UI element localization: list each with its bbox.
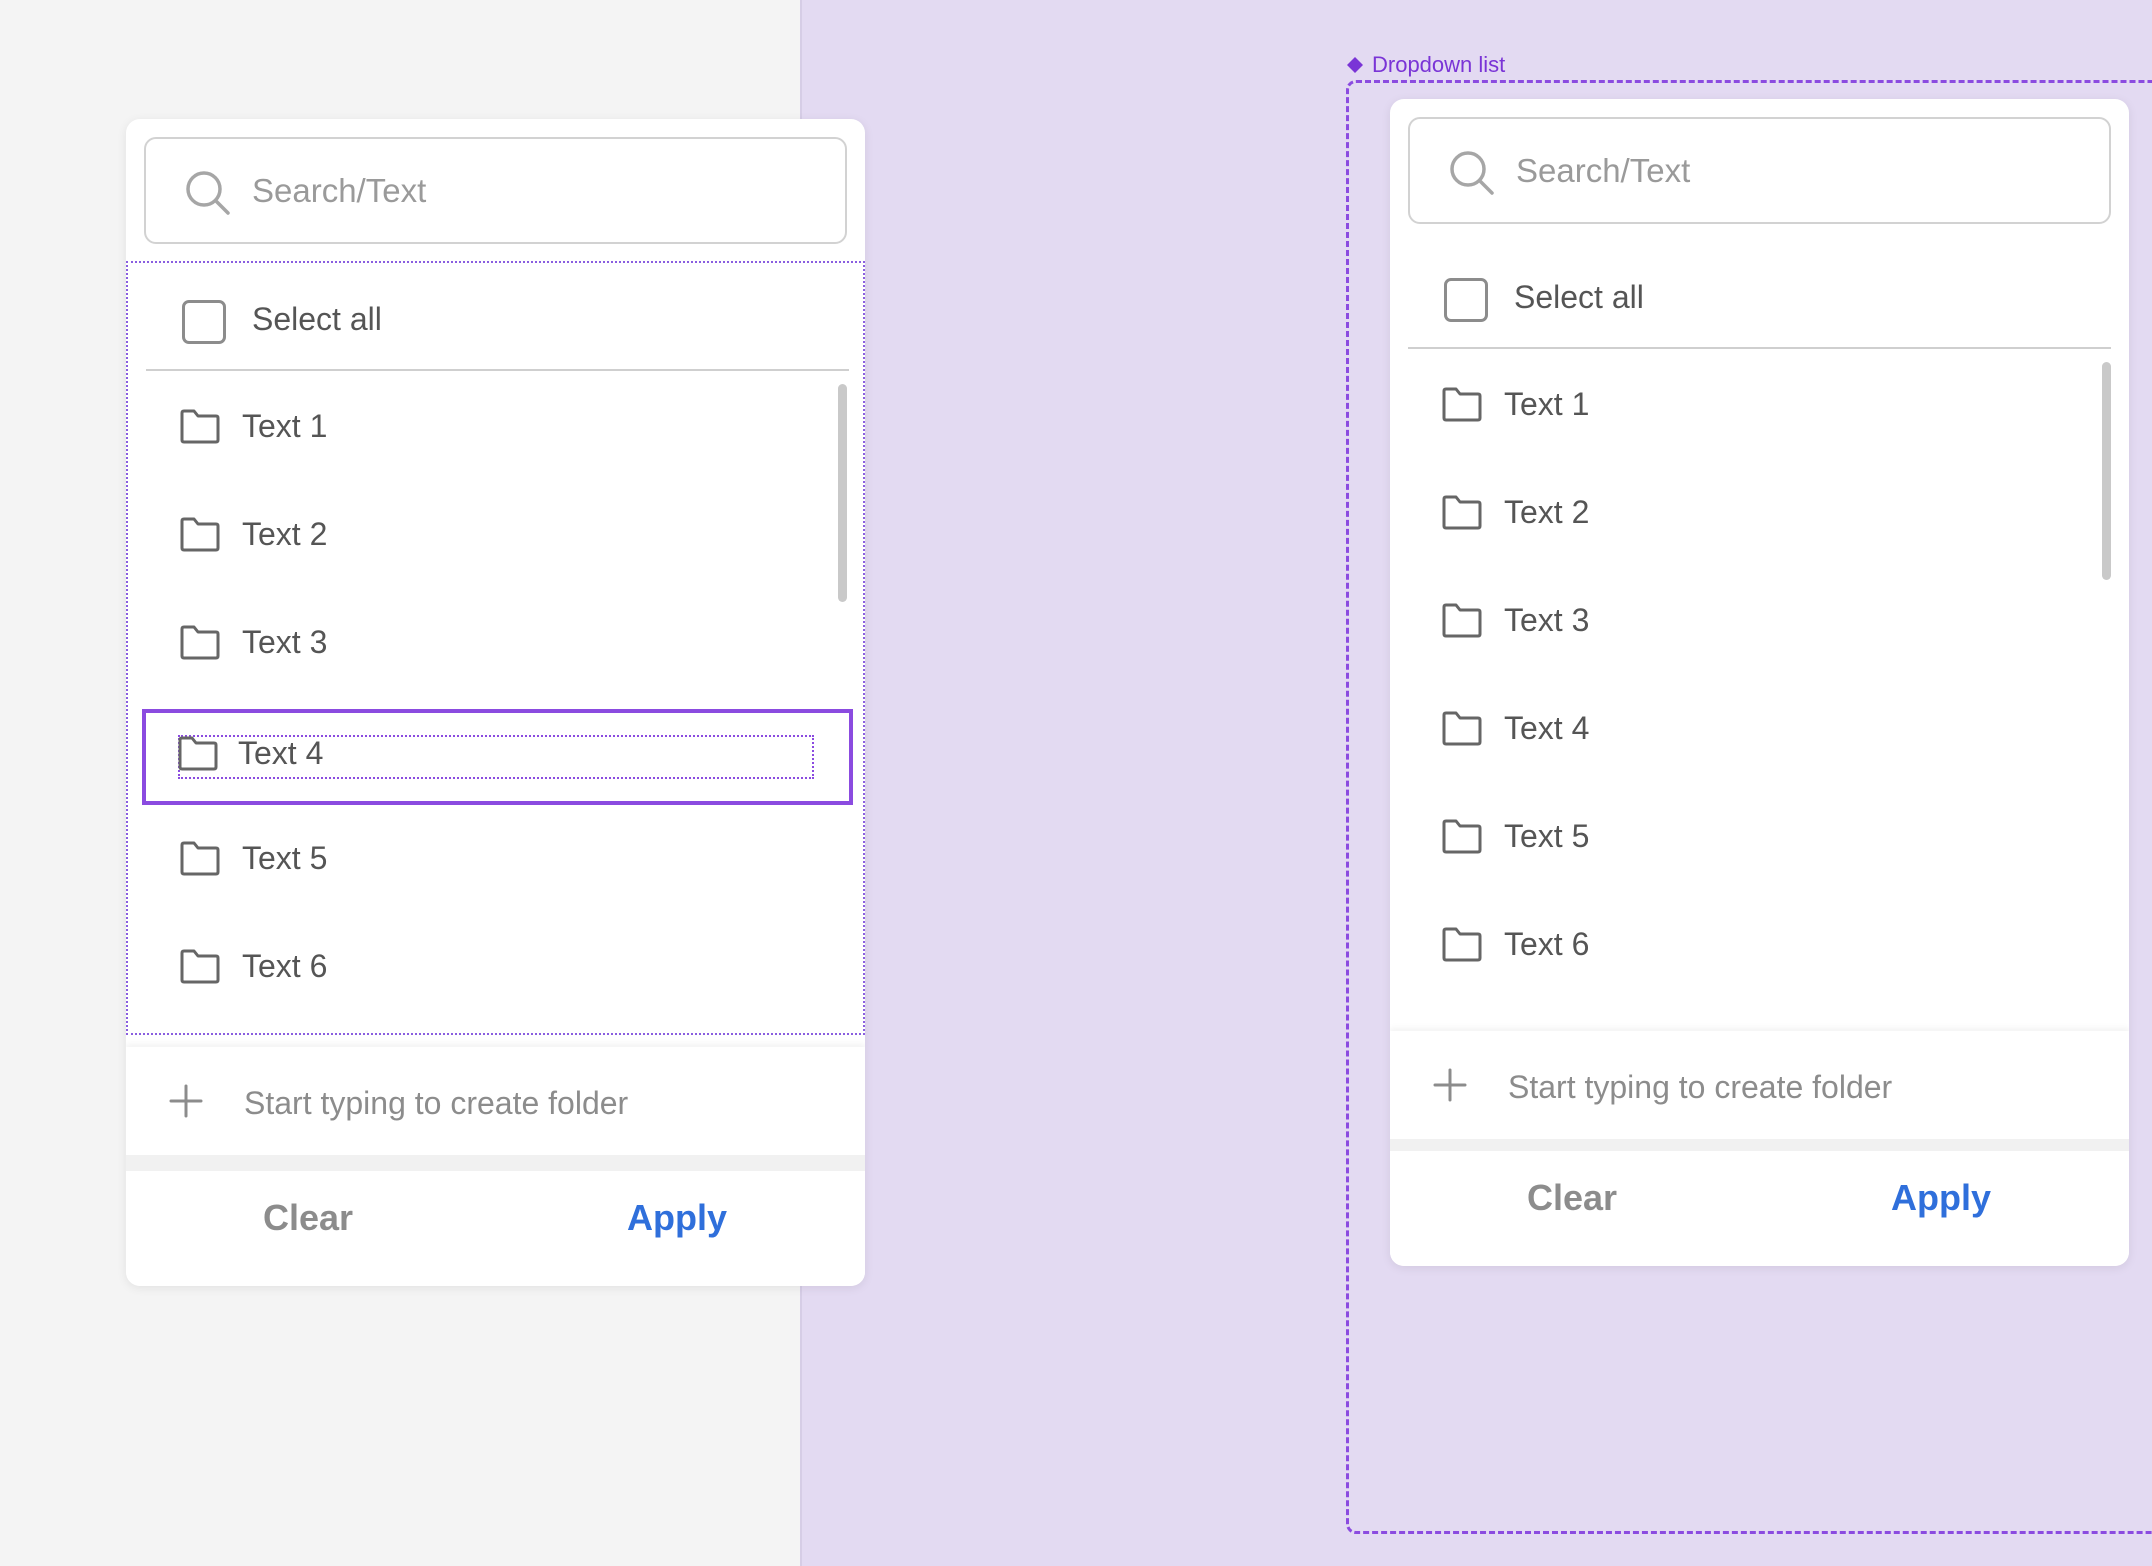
search-field[interactable] [1408, 117, 2111, 224]
list-item[interactable]: Text 1 [146, 382, 849, 470]
list-item[interactable]: Text 5 [1408, 792, 2111, 880]
list-item-label: Text 5 [1504, 818, 1590, 854]
component-icon [1347, 57, 1363, 73]
folder-icon [180, 841, 220, 876]
search-icon [1450, 151, 1494, 195]
list-item[interactable]: Text 3 [1408, 576, 2111, 664]
list-item-label: Text 2 [1504, 494, 1590, 530]
list-item[interactable]: Text 3 [146, 598, 849, 686]
select-all-row[interactable]: Select all [146, 263, 849, 371]
list-item-selected[interactable]: Text 4 [142, 709, 853, 805]
dropdown-list-instance: Select all Text 1 Text 2 Text 3 Text 4 T… [126, 119, 865, 1286]
list-item-label: Text 3 [1504, 602, 1590, 638]
list-item-label: Text 4 [238, 735, 324, 771]
footer-actions: Clear Apply [1390, 1151, 2129, 1266]
list-item-label: Text 4 [1504, 710, 1590, 746]
apply-button[interactable]: Apply [627, 1197, 727, 1239]
search-icon [186, 171, 230, 215]
create-folder-row[interactable]: Start typing to create folder [126, 1047, 865, 1155]
dropdown-list-component: Select all Text 1 Text 2 Text 3 Text 4 T… [1390, 99, 2129, 1266]
create-folder-placeholder: Start typing to create folder [244, 1085, 629, 1121]
list-item-label: Text 1 [242, 408, 328, 444]
select-all-row[interactable]: Select all [1408, 241, 2111, 349]
list-item[interactable]: Text 1 [1408, 360, 2111, 448]
list-region: Select all Text 1 Text 2 Text 3 Text 4 T… [1390, 241, 2129, 1015]
list-item-label: Text 6 [242, 948, 328, 984]
search-field[interactable] [144, 137, 847, 244]
scrollbar[interactable] [838, 384, 847, 602]
plus-icon [1433, 1068, 1467, 1102]
list-item[interactable]: Text 5 [146, 814, 849, 902]
list-item[interactable]: Text 2 [146, 490, 849, 578]
folder-icon [180, 949, 220, 984]
folder-icon [1442, 387, 1482, 422]
folder-icon [1442, 603, 1482, 638]
folder-icon [1442, 927, 1482, 962]
list-item[interactable]: Text 2 [1408, 468, 2111, 556]
scrollbar[interactable] [2102, 362, 2111, 580]
divider [1390, 1139, 2129, 1151]
clear-button[interactable]: Clear [263, 1197, 353, 1239]
plus-icon [169, 1084, 203, 1118]
search-input[interactable] [1516, 119, 2086, 222]
folder-icon [180, 409, 220, 444]
component-label[interactable]: Dropdown list [1346, 52, 1505, 78]
clear-button[interactable]: Clear [1527, 1177, 1617, 1219]
divider [126, 1155, 865, 1171]
list-item-label: Text 3 [242, 624, 328, 660]
search-input[interactable] [252, 139, 822, 242]
apply-button[interactable]: Apply [1891, 1177, 1991, 1219]
folder-icon [178, 736, 218, 771]
create-folder-row[interactable]: Start typing to create folder [1390, 1031, 2129, 1139]
folder-icon [1442, 495, 1482, 530]
list-region: Select all Text 1 Text 2 Text 3 Text 4 T… [126, 261, 865, 1035]
list-item-label: Text 6 [1504, 926, 1590, 962]
select-all-checkbox[interactable] [182, 300, 226, 344]
folder-icon [1442, 711, 1482, 746]
list-item[interactable]: Text 6 [1408, 900, 2111, 988]
list-item-label: Text 1 [1504, 386, 1590, 422]
folder-icon [180, 517, 220, 552]
create-folder-placeholder: Start typing to create folder [1508, 1069, 1893, 1105]
select-all-label: Select all [252, 301, 382, 337]
list-item-label: Text 2 [242, 516, 328, 552]
footer-actions: Clear Apply [126, 1171, 865, 1286]
select-all-label: Select all [1514, 279, 1644, 315]
list-item[interactable]: Text 6 [146, 922, 849, 1010]
list-item[interactable]: Text 4 [1408, 684, 2111, 772]
select-all-checkbox[interactable] [1444, 278, 1488, 322]
folder-icon [180, 625, 220, 660]
component-label-text: Dropdown list [1372, 52, 1506, 77]
folder-icon [1442, 819, 1482, 854]
list-item-label: Text 5 [242, 840, 328, 876]
